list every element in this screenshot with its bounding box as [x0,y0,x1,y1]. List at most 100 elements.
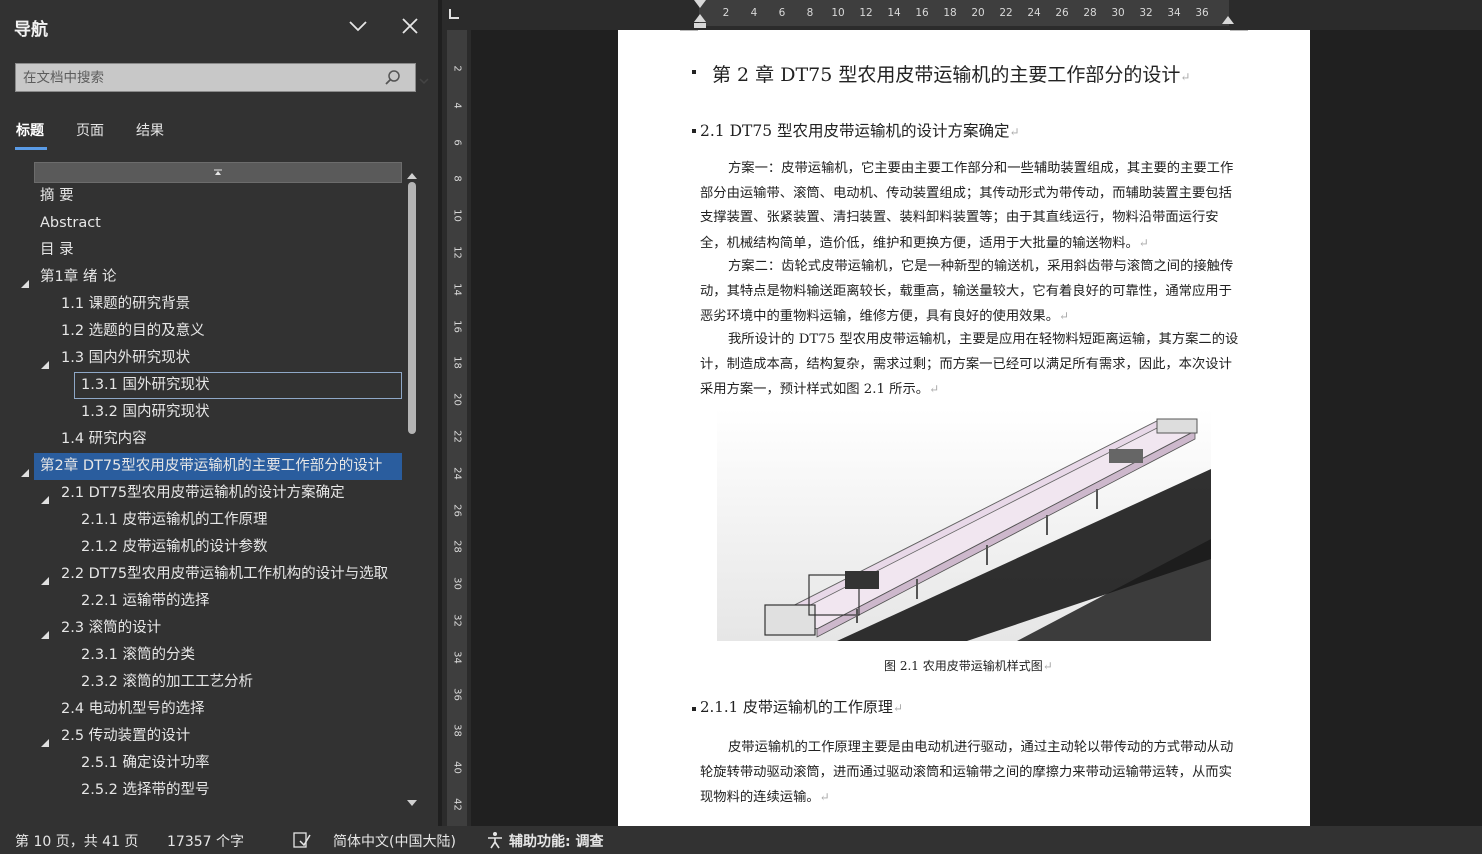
nav-tree-item-label: 2.3 滚筒的设计 [61,620,162,636]
section-heading[interactable]: 2.1 DT75 型农用皮带运输机的设计方案确定↵ [700,119,1020,141]
indent-marker-icon[interactable] [692,0,708,30]
figure-caption[interactable]: 图 2.1 农用皮带运输机样式图↵ [884,657,1053,674]
ruler-tick-label: 32 [451,614,463,627]
nav-tree-item-label: 2.1.1 皮带运输机的工作原理 [81,512,268,528]
expand-triangle-icon[interactable] [40,353,50,369]
ruler-tick-label: 24 [451,466,463,480]
nav-tree-item[interactable]: 1.3.1 国外研究现状 [34,372,402,399]
nav-tree-item[interactable]: 1.3.2 国内研究现状 [34,399,402,426]
tree-scroll-up-button[interactable] [34,162,402,183]
nav-tree-item[interactable]: 摘 要 [34,183,402,210]
ruler-tick-label: 2 [451,65,463,72]
expand-triangle-icon[interactable] [40,569,50,585]
expand-triangle-icon[interactable] [20,461,30,477]
expand-triangle-icon[interactable] [20,272,30,288]
status-accessibility[interactable]: 辅助功能: 调查 [509,831,603,851]
nav-tree-item[interactable]: 2.1.1 皮带运输机的工作原理 [34,507,402,534]
search-input[interactable] [16,64,376,91]
margin-corner-mark [680,30,698,31]
chapter-heading[interactable]: 第 2 章 DT75 型农用皮带运输机的主要工作部分的设计↵ [712,60,1190,87]
nav-tree-item[interactable]: 2.3.1 滚筒的分类 [34,642,402,669]
active-tab-indicator [15,147,47,150]
nav-tree-item[interactable]: 1.4 研究内容 [34,426,402,453]
ruler-tick-label: 12 [451,246,463,259]
nav-tree-item-label: 2.3.2 滚筒的加工工艺分析 [81,674,254,690]
nav-title: 导航 [14,20,48,40]
chevron-down-icon[interactable] [418,72,430,85]
nav-tree-item[interactable]: 2.2 DT75型农用皮带运输机工作机构的设计与选取 [34,561,402,588]
body-paragraph[interactable]: 方案二：齿轮式皮带运输机，它是一种新型的输送机，采用斜齿带与滚筒之间的接触传动，… [700,255,1240,330]
ruler-tick-label: 30 [1111,7,1125,19]
status-language[interactable]: 简体中文(中国大陆) [333,831,456,851]
tab-pages[interactable]: 页面 [76,120,104,140]
ruler-tick-label: 6 [451,138,463,146]
tab-headings[interactable]: 标题 [16,120,44,140]
nav-tree-item[interactable]: 2.4 电动机型号的选择 [34,696,402,723]
ruler-tick-label: 16 [915,7,929,19]
nav-tree-item-label: 2.2.1 运输带的选择 [81,593,210,609]
right-indent-marker-icon[interactable] [1220,12,1236,26]
nav-tree-item-label: 目 录 [40,242,74,258]
nav-tree-item-label: 1.4 研究内容 [61,431,147,447]
ruler-tick-label: 38 [451,724,463,738]
section-heading-text: 2.1 DT75 型农用皮带运输机的设计方案确定 [700,122,1010,140]
paragraph-mark: ↵ [929,382,940,396]
ruler-tick-label: 4 [750,7,758,19]
ruler-tick-label: 20 [971,7,985,19]
nav-tree-item[interactable]: 2.3 滚筒的设计 [34,615,402,642]
expand-triangle-icon[interactable] [40,623,50,639]
ruler-tick-label: 16 [451,319,463,333]
close-icon[interactable] [398,14,422,38]
nav-tree-item[interactable]: Abstract [34,210,402,237]
document-page[interactable]: 第 2 章 DT75 型农用皮带运输机的主要工作部分的设计↵ 2.1 DT75 … [618,30,1310,826]
paragraph-text: 皮带运输机的工作原理主要是由电动机进行驱动，通过主动轮以带传动的方式带动从动轮旋… [700,740,1234,805]
nav-tree-item-label: 2.1.2 皮带运输机的设计参数 [81,539,268,555]
nav-tree-item[interactable]: 第2章 DT75型农用皮带运输机的主要工作部分的设计 [21,453,402,480]
body-paragraph[interactable]: 我所设计的 DT75 型农用皮带运输机，主要是应用在轻物料短距离运输，其方案二的… [700,328,1240,403]
subsection-heading[interactable]: 2.1.1 皮带运输机的工作原理↵ [700,696,903,717]
scroll-down-arrow-icon[interactable] [405,793,419,812]
navigation-pane: 导航 标题 页面 结果 摘 要 Abstract 目 录第1章 绪 论 1.1 课题的… [0,0,438,826]
ruler-tick-label: 30 [451,577,463,591]
ruler-tick-label: 10 [451,209,463,223]
nav-tree-item[interactable]: 1.3 国内外研究现状 [34,345,402,372]
margin-corner-mark [1230,30,1248,31]
nav-tree-item[interactable]: 2.5.1 确定设计功率 [34,750,402,777]
ruler-tick-label: 18 [943,7,957,19]
status-page-count[interactable]: 第 10 页，共 41 页 [15,831,138,851]
nav-tree-item[interactable]: 2.2.1 运输带的选择 [34,588,402,615]
nav-tree-item-label: 2.5.2 选择带的型号 [81,782,210,798]
ruler-tick-label: 36 [451,687,463,701]
nav-tree-item[interactable]: 2.3.2 滚筒的加工工艺分析 [34,669,402,696]
ruler-tick-label: 10 [831,7,845,19]
scrollbar-thumb[interactable] [408,182,416,434]
nav-tree-item[interactable]: 1.2 选题的目的及意义 [34,318,402,345]
expand-triangle-icon[interactable] [40,488,50,504]
proofing-icon[interactable] [292,831,312,853]
status-word-count[interactable]: 17357 个字 [167,831,244,851]
nav-tree-item-label: 2.5.1 确定设计功率 [81,755,210,771]
ruler-tick-label: 6 [778,7,786,19]
search-icon[interactable] [384,69,402,87]
nav-tree-item[interactable]: 2.5 传动装置的设计 [34,723,402,750]
ruler-tick-label: 22 [451,430,463,443]
nav-tree-item-label: 2.5 传动装置的设计 [61,728,191,744]
body-paragraph[interactable]: 皮带运输机的工作原理主要是由电动机进行驱动，通过主动轮以带传动的方式带动从动轮旋… [700,736,1240,811]
nav-tree-item[interactable]: 第1章 绪 论 [21,264,402,291]
accessibility-icon[interactable] [486,831,504,853]
figure-caption-text: 图 2.1 农用皮带运输机样式图 [884,659,1043,673]
nav-tree-item[interactable]: 2.5.2 选择带的型号 [34,777,402,804]
nav-tree-item-label: 1.2 选题的目的及意义 [61,323,205,339]
body-paragraph[interactable]: 方案一：皮带运输机，它主要由主要工作部分和一些辅助装置组成，其主要的主要工作部分… [700,157,1240,256]
chevron-down-icon[interactable] [346,14,370,38]
nav-tree-item[interactable]: 目 录 [34,237,402,264]
ruler-tick-label: 28 [451,540,463,554]
nav-tree-item[interactable]: 2.1.2 皮带运输机的设计参数 [34,534,402,561]
nav-tree-item-label: 1.1 课题的研究背景 [61,296,191,312]
expand-triangle-icon[interactable] [40,731,50,747]
nav-tree-item[interactable]: 2.1 DT75型农用皮带运输机的设计方案确定 [34,480,402,507]
nav-tree-item[interactable]: 1.1 课题的研究背景 [34,291,402,318]
conveyor-figure-image[interactable] [717,409,1211,641]
tab-results[interactable]: 结果 [136,120,164,140]
ruler-tick-label: 2 [722,7,730,19]
